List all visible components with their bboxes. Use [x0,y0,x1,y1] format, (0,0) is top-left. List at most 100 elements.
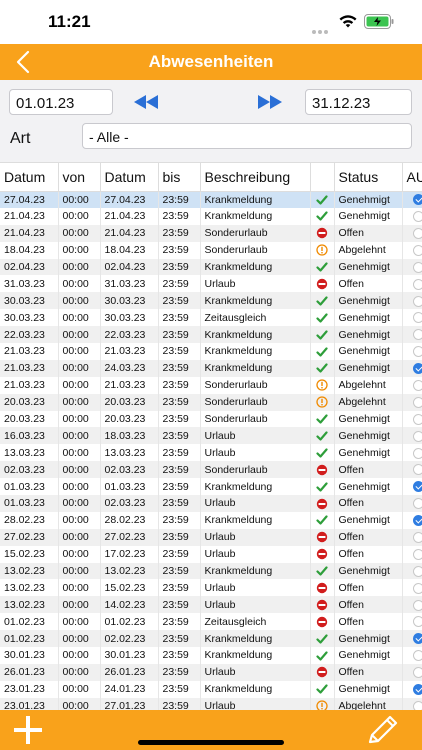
status-icon-cell [310,359,335,377]
add-icon[interactable] [12,714,44,746]
table-row[interactable]: 18.04.23 00:00 18.04.23 23:59 Sonderurlaub Ab… [0,241,422,259]
au-unchecked-icon[interactable] [413,244,422,256]
table-row[interactable]: 22.03.23 00:00 22.03.23 23:59 Krankmeldung Ge… [0,326,422,344]
au-cell [402,680,422,698]
au-unchecked-icon[interactable] [413,531,422,543]
table-row[interactable]: 21.03.23 00:00 21.03.23 23:59 Sonderurlaub Ab… [0,376,422,394]
start-date-cell: 13.02.23 [0,579,59,597]
status-icon-cell [310,647,335,664]
au-unchecked-icon[interactable] [413,548,422,560]
date-to-field[interactable]: 31.12.23 [305,89,412,115]
au-unchecked-icon[interactable] [413,430,422,442]
description-cell: Krankmeldung [200,292,311,310]
column-header[interactable]: von [58,163,101,192]
au-unchecked-icon[interactable] [413,211,422,223]
column-header[interactable]: bis [158,163,201,192]
column-header[interactable]: AU [402,163,422,192]
art-select[interactable]: - Alle - [82,123,412,149]
start-date-cell: 23.01.23 [0,680,59,698]
table-row[interactable]: 21.04.23 00:00 21.04.23 23:59 Krankmeldung Ge… [0,207,422,225]
au-checked-icon[interactable] [413,515,422,527]
end-date-cell: 21.04.23 [100,224,159,242]
au-unchecked-icon[interactable] [413,464,422,476]
table-row[interactable]: 16.03.23 00:00 18.03.23 23:59 Urlaub Genehmig… [0,427,422,445]
au-checked-icon[interactable] [413,683,422,695]
table-row[interactable]: 20.03.23 00:00 20.03.23 23:59 Sonderurlaub Ge… [0,410,422,428]
column-header[interactable] [310,163,335,192]
table-row[interactable]: 21.03.23 00:00 21.03.23 23:59 Krankmeldung Ge… [0,343,422,360]
au-unchecked-icon[interactable] [413,667,422,679]
au-unchecked-icon[interactable] [413,278,422,290]
table-row[interactable]: 26.01.23 00:00 26.01.23 23:59 Urlaub Offen [0,663,422,681]
absence-table[interactable]: DatumvonDatumbisBeschreibungStatusAU 27.… [0,162,422,710]
au-checked-icon[interactable] [413,194,422,206]
start-time-cell: 00:00 [58,393,101,411]
table-row[interactable]: 02.03.23 00:00 02.03.23 23:59 Sonderurlaub Of… [0,461,422,479]
au-unchecked-icon[interactable] [413,599,422,611]
status-icon-cell [310,191,335,208]
au-unchecked-icon[interactable] [413,498,422,510]
au-unchecked-icon[interactable] [413,379,422,391]
au-unchecked-icon[interactable] [413,261,422,273]
date-from-field[interactable]: 01.01.23 [9,89,113,115]
table-row[interactable]: 13.02.23 00:00 14.02.23 23:59 Urlaub Offen [0,596,422,614]
table-row[interactable]: 13.02.23 00:00 13.02.23 23:59 Krankmeldung Ge… [0,562,422,580]
description-cell: Krankmeldung [200,647,311,664]
table-row[interactable]: 13.02.23 00:00 15.02.23 23:59 Urlaub Offen [0,579,422,597]
table-row[interactable]: 02.04.23 00:00 02.04.23 23:59 Krankmeldung Ge… [0,258,422,276]
au-unchecked-icon[interactable] [413,650,422,662]
column-header[interactable]: Datum [100,163,159,192]
table-row[interactable]: 27.04.23 00:00 27.04.23 23:59 Krankmeldung Ge… [0,191,422,208]
column-header[interactable]: Status [334,163,403,192]
description-cell: Sonderurlaub [200,410,311,428]
au-unchecked-icon[interactable] [413,329,422,341]
au-unchecked-icon[interactable] [413,396,422,408]
end-date-cell: 27.01.23 [100,697,159,710]
warning-icon [316,700,328,710]
au-unchecked-icon[interactable] [413,346,422,358]
au-unchecked-icon[interactable] [413,447,422,459]
table-row[interactable]: 01.03.23 00:00 02.03.23 23:59 Urlaub Offen [0,495,422,512]
table-row[interactable]: 30.01.23 00:00 30.01.23 23:59 Krankmeldung Ge… [0,647,422,664]
end-time-cell: 23:59 [158,309,201,327]
column-header[interactable]: Beschreibung [200,163,311,192]
status-cell: Genehmigt [334,326,403,344]
table-row[interactable]: 13.03.23 00:00 13.03.23 23:59 Urlaub Genehmig… [0,444,422,462]
start-date-cell: 26.01.23 [0,663,59,681]
next-period-icon[interactable] [256,92,284,112]
table-row[interactable]: 15.02.23 00:00 17.02.23 23:59 Urlaub Offen [0,545,422,563]
au-unchecked-icon[interactable] [413,413,422,425]
end-time-cell: 23:59 [158,630,201,648]
end-time-cell: 23:59 [158,410,201,428]
table-row[interactable]: 21.03.23 00:00 24.03.23 23:59 Krankmeldung Ge… [0,359,422,377]
au-unchecked-icon[interactable] [413,312,422,324]
table-row[interactable]: 21.04.23 00:00 21.04.23 23:59 Sonderurlaub Of… [0,224,422,242]
table-row[interactable]: 23.01.23 00:00 27.01.23 23:59 Urlaub Abgelehn… [0,697,422,710]
au-unchecked-icon[interactable] [413,565,422,577]
check-icon [316,328,328,340]
table-row[interactable]: 30.03.23 00:00 30.03.23 23:59 Zeitausgleich G… [0,309,422,327]
table-row[interactable]: 01.02.23 00:00 02.02.23 23:59 Krankmeldung Ge… [0,630,422,648]
au-unchecked-icon[interactable] [413,700,422,710]
table-row[interactable]: 31.03.23 00:00 31.03.23 23:59 Urlaub Offen [0,275,422,293]
au-unchecked-icon[interactable] [413,227,422,239]
table-row[interactable]: 20.03.23 00:00 20.03.23 23:59 Sonderurlaub Ab… [0,393,422,411]
table-row[interactable]: 30.03.23 00:00 30.03.23 23:59 Krankmeldung Ge… [0,292,422,310]
edit-pencil-icon[interactable] [364,714,400,746]
column-header[interactable]: Datum [0,163,59,192]
au-checked-icon[interactable] [413,363,422,375]
table-row[interactable]: 01.03.23 00:00 01.03.23 23:59 Krankmeldung Ge… [0,478,422,496]
au-checked-icon[interactable] [413,633,422,645]
end-date-cell: 02.02.23 [100,630,159,648]
au-unchecked-icon[interactable] [413,616,422,628]
end-date-cell: 14.02.23 [100,596,159,614]
status-cell: Abgelehnt [334,697,403,710]
au-unchecked-icon[interactable] [413,295,422,307]
au-unchecked-icon[interactable] [413,582,422,594]
table-row[interactable]: 23.01.23 00:00 24.01.23 23:59 Krankmeldung Ge… [0,680,422,698]
au-checked-icon[interactable] [413,481,422,493]
table-row[interactable]: 01.02.23 00:00 01.02.23 23:59 Zeitausgleich O… [0,613,422,631]
table-row[interactable]: 28.02.23 00:00 28.02.23 23:59 Krankmeldung Ge… [0,511,422,529]
table-row[interactable]: 27.02.23 00:00 27.02.23 23:59 Urlaub Offen [0,528,422,546]
previous-period-icon[interactable] [132,92,160,112]
